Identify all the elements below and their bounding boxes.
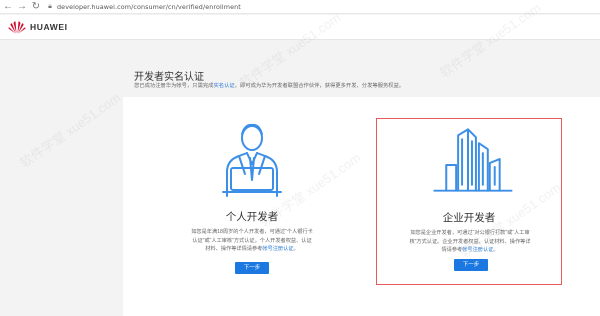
enterprise-desc-line: 如您是企业开发者，可通过“对公银行打款”或“人工审 [410,230,530,236]
enterprise-desc-end: 。 [493,247,499,253]
enterprise-next-button[interactable]: 下一步 [454,259,488,271]
businessman-laptop-icon [222,123,282,197]
page-subtitle: 您已成功注册华为帐号，只需完成实名认证，即可成为华为开发者联盟合作伙伴，获得更多… [134,81,404,89]
personal-card-description: 如您是年满18周岁的个人开发者，可通过“个人银行卡 认证”或“人工审核”方式认证… [177,228,327,254]
personal-desc-text: 材料、操作等详情请参考 [205,246,263,252]
enterprise-desc-line: 核”方式认证。企业开发者权益、认证材料、操作等详 [409,238,531,245]
enterprise-desc-text: 情请参考 [441,247,463,253]
huawei-logo-icon[interactable] [8,20,26,34]
brand-name[interactable]: HUAWEI [30,22,68,32]
personal-desc-line: 如您是年满18周岁的个人开发者，可通过“个人银行卡 [191,229,313,235]
office-buildings-icon [433,128,513,192]
enterprise-desc-line: 情请参考帐号注册认证。 [395,246,545,255]
account-registration-link[interactable]: 帐号注册认证 [262,246,293,252]
subtitle-text-end: ，即可成为华为开发者联盟合作伙伴，获得更多开发、分发等服务权益。 [234,83,405,89]
verification-link[interactable]: 实名认证 [213,83,234,89]
enterprise-developer-card[interactable]: 企业开发者 如您是企业开发者，可通过“对公银行打款”或“人工审 核”方式认证。企… [376,118,562,285]
enterprise-card-title: 企业开发者 [442,212,496,224]
enterprise-card-description: 如您是企业开发者，可通过“对公银行打款”或“人工审 核”方式认证。企业开发者权益… [395,229,545,255]
reload-icon[interactable]: ↻ [30,1,42,13]
personal-next-button[interactable]: 下一步 [235,262,269,274]
subtitle-text: 您已成功注册华为帐号，只需完成 [134,83,214,89]
browser-address-bar: ← → ↻ 🔒︎ developer.huawei.com/consumer/c… [0,0,600,14]
personal-desc-line: 认证”或“人工审核”方式认证。个人开发者权益、认证 [192,237,312,244]
watermark: 软件学堂 xue51.com [17,89,124,171]
personal-desc-end: 。 [293,246,299,252]
lock-icon[interactable]: 🔒︎ [46,2,54,11]
account-registration-link[interactable]: 帐号注册认证 [462,247,493,253]
back-arrow-icon[interactable]: ← [2,1,14,13]
personal-desc-line: 材料、操作等详情请参考帐号注册认证。 [177,245,327,254]
personal-developer-card[interactable]: 个人开发者 如您是年满18周岁的个人开发者，可通过“个人银行卡 认证”或“人工审… [159,118,345,283]
url-field[interactable]: developer.huawei.com/consumer/cn/verifie… [57,3,241,11]
site-header: HUAWEI [0,15,600,40]
personal-card-title: 个人开发者 [225,211,279,223]
forward-arrow-icon[interactable]: → [16,1,28,13]
